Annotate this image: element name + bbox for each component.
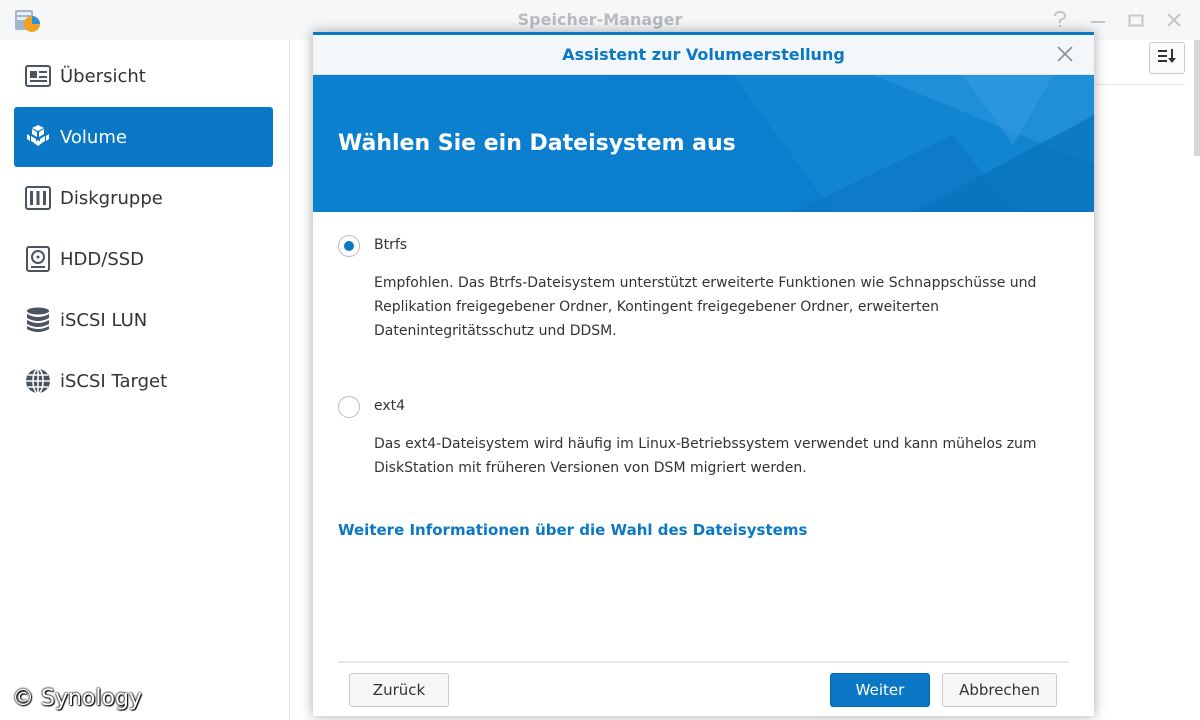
close-icon[interactable] bbox=[1054, 43, 1076, 65]
btrfs-radio[interactable] bbox=[338, 235, 360, 257]
toolbar-divider bbox=[1095, 84, 1185, 85]
step-heading: Wählen Sie ein Dateisystem aus bbox=[338, 131, 736, 156]
volume-icon bbox=[24, 123, 52, 151]
ext4-description: Das ext4-Dateisystem wird häufig im Linu… bbox=[374, 436, 1037, 476]
sort-icon bbox=[1157, 47, 1177, 69]
filesystem-info-link[interactable]: Weitere Informationen über die Wahl des … bbox=[338, 521, 807, 539]
back-button[interactable]: Zurück bbox=[349, 673, 449, 707]
close-window-icon[interactable] bbox=[1162, 8, 1186, 32]
volume-creation-dialog: Assistent zur Volumeerstellung Wählen Si… bbox=[313, 32, 1094, 716]
sidebar-item-overview[interactable]: Übersicht bbox=[14, 46, 273, 106]
wizard-banner: Wählen Sie ein Dateisystem aus bbox=[313, 75, 1094, 212]
sidebar-item-label: HDD/SSD bbox=[60, 248, 145, 270]
sidebar-item-label: iSCSI Target bbox=[60, 370, 168, 392]
copyright-watermark: © Synology bbox=[12, 686, 142, 711]
sidebar-item-iscsi-lun[interactable]: iSCSI LUN bbox=[14, 290, 273, 350]
sidebar-item-label: Volume bbox=[60, 126, 127, 148]
database-icon bbox=[24, 306, 52, 334]
maximize-icon[interactable] bbox=[1124, 8, 1148, 32]
footer-divider bbox=[338, 661, 1069, 663]
sidebar-item-label: Diskgruppe bbox=[60, 187, 163, 209]
sidebar-item-diskgroup[interactable]: Diskgruppe bbox=[14, 168, 273, 228]
help-icon[interactable] bbox=[1048, 8, 1072, 32]
sidebar-item-volume[interactable]: Volume bbox=[14, 107, 273, 167]
ext4-label: ext4 bbox=[374, 398, 406, 414]
sort-button[interactable] bbox=[1149, 42, 1185, 74]
ext4-radio[interactable] bbox=[338, 396, 360, 418]
btrfs-label: Btrfs bbox=[374, 237, 408, 253]
sidebar-item-iscsi-target[interactable]: iSCSI Target bbox=[14, 351, 273, 411]
sidebar-item-label: iSCSI LUN bbox=[60, 309, 148, 331]
next-button[interactable]: Weiter bbox=[830, 673, 930, 707]
globe-icon bbox=[24, 367, 52, 395]
window-title: Speicher-Manager bbox=[517, 10, 683, 29]
diskgroup-icon bbox=[24, 184, 52, 212]
sidebar-item-hdd-ssd[interactable]: HDD/SSD bbox=[14, 229, 273, 289]
btrfs-description: Empfohlen. Das Btrfs-Dateisystem unterst… bbox=[374, 275, 1037, 339]
cancel-button[interactable]: Abbrechen bbox=[942, 673, 1057, 707]
scrollbar[interactable] bbox=[1194, 40, 1200, 156]
dialog-header: Assistent zur Volumeerstellung bbox=[313, 35, 1094, 75]
overview-icon bbox=[24, 62, 52, 90]
dialog-title: Assistent zur Volumeerstellung bbox=[562, 45, 845, 64]
sidebar: Übersicht Volume Diskgruppe HDD/SSD iSCS… bbox=[0, 40, 290, 720]
hdd-icon bbox=[24, 245, 52, 273]
sidebar-item-label: Übersicht bbox=[60, 65, 146, 87]
minimize-icon[interactable] bbox=[1086, 8, 1110, 32]
